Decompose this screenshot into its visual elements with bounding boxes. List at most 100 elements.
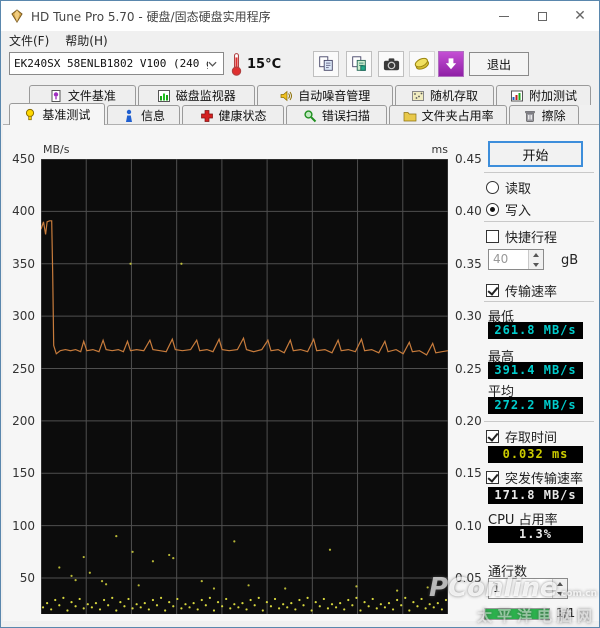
access-time-dot <box>391 608 395 611</box>
tab-label: 擦除 <box>541 109 566 123</box>
tab-erase[interactable]: 擦除 <box>509 105 579 125</box>
access-time-dot <box>396 589 399 592</box>
access-time-row[interactable]: 存取时间 <box>486 427 557 446</box>
left-axis-tick-label: 200 <box>12 413 35 428</box>
access-time-dot <box>188 606 191 609</box>
access-time-dot <box>168 553 171 557</box>
spinner-up-icon[interactable] <box>529 250 543 260</box>
tab-label: 文件基准 <box>67 89 116 103</box>
toolbar: EK240SX 58ENLB1802 V100 (240 gB) 15°C 退出 <box>1 49 599 81</box>
access-time-dot <box>62 596 65 600</box>
maximize-button[interactable] <box>523 1 561 31</box>
tab-random-access[interactable]: 随机存取 <box>395 85 494 105</box>
spinner-down-icon[interactable] <box>529 259 543 269</box>
access-time-dot <box>111 596 114 600</box>
tab-error-scan[interactable]: 错误扫描 <box>285 105 388 125</box>
tab-auto-acoustic[interactable]: 自动噪音管理 <box>256 85 394 105</box>
copy-save-button[interactable] <box>346 51 372 77</box>
access-time-checkbox[interactable] <box>486 430 499 443</box>
access-time-dot <box>88 571 91 574</box>
access-time-dot <box>282 603 285 606</box>
random-access-icon <box>412 90 425 101</box>
screenshot-button[interactable] <box>378 51 404 77</box>
shortstroke-size-spinner[interactable]: 40 <box>488 249 544 270</box>
burst-row[interactable]: 突发传输速率 <box>486 468 583 487</box>
access-time-dot <box>290 602 293 605</box>
access-time-dot <box>379 603 382 606</box>
tab-disk-monitor[interactable]: 磁盘监视器 <box>137 85 255 105</box>
access-time-dot <box>82 607 85 610</box>
access-time-dot <box>54 598 57 602</box>
benchmark-panel: MB/s ms 450 400 350 300 250 200 150 100 50 0.45 0… <box>3 124 599 621</box>
access-time-dot <box>330 603 334 606</box>
start-button[interactable]: 开始 <box>488 141 583 167</box>
radio-read[interactable] <box>486 181 499 194</box>
spinner-up-icon[interactable] <box>553 579 567 589</box>
access-time-dot <box>196 608 199 611</box>
access-time-dot <box>318 605 321 608</box>
access-time-dot <box>371 597 374 601</box>
access-time-dot <box>184 603 187 606</box>
tab-label: 随机存取 <box>430 89 479 103</box>
pass-count-spinner[interactable]: 1 <box>488 578 568 599</box>
access-time-dot <box>78 597 81 601</box>
menu-file[interactable]: 文件(F) <box>1 31 57 50</box>
access-time-dot <box>216 600 220 604</box>
transfer-row[interactable]: 传输速率 <box>486 281 557 300</box>
access-time-dot <box>233 603 236 606</box>
left-axis-tick-label: 450 <box>12 152 35 166</box>
chevron-down-icon <box>208 61 217 67</box>
access-time-dot <box>355 585 358 588</box>
window-title: HD Tune Pro 5.70 - 硬盘/固态硬盘实用程序 <box>31 9 271 24</box>
access-time-dot <box>123 605 126 608</box>
temperature-indicator: 15°C <box>231 50 281 78</box>
exit-button[interactable]: 退出 <box>469 52 529 76</box>
tab-label: 错误扫描 <box>321 109 370 123</box>
radio-write[interactable] <box>486 203 499 216</box>
access-time-dot <box>46 602 49 605</box>
access-time-dot <box>351 604 354 607</box>
access-time-dot <box>131 607 134 610</box>
radio-read-row[interactable]: 读取 <box>486 178 531 197</box>
radio-write-row[interactable]: 写入 <box>486 200 531 219</box>
access-time-dot <box>58 566 61 569</box>
tab-benchmark[interactable]: 基准测试 <box>9 103 105 125</box>
access-time-dot <box>284 587 287 590</box>
radio-write-label: 写入 <box>505 204 532 219</box>
menu-help[interactable]: 帮助(H) <box>57 31 115 50</box>
burst-checkbox[interactable] <box>486 471 499 484</box>
access-time-dot <box>131 550 134 553</box>
tab-extra-tests[interactable]: 附加测试 <box>496 85 591 105</box>
access-time-dot <box>444 598 448 602</box>
minimize-button[interactable] <box>485 1 523 31</box>
copy-icon <box>319 56 333 71</box>
app-window: HD Tune Pro 5.70 - 硬盘/固态硬盘实用程序 ✕ 文件(F) 帮… <box>0 0 600 628</box>
access-time-dot <box>100 580 104 583</box>
access-time-dot <box>298 598 301 602</box>
right-axis-tick-label: 0.35 <box>455 256 482 271</box>
access-time-dot <box>66 609 69 612</box>
shortstroke-checkbox[interactable] <box>486 230 499 243</box>
access-time-dot <box>383 606 387 609</box>
tab-info[interactable]: 信息 <box>106 105 181 125</box>
access-time-dot <box>212 609 216 612</box>
download-button[interactable] <box>438 51 464 77</box>
access-time-dot <box>261 609 264 612</box>
shortstroke-row[interactable]: 快捷行程 <box>486 227 557 246</box>
download-icon <box>445 58 457 70</box>
exit-button-label: 退出 <box>486 57 511 72</box>
copy-button[interactable] <box>313 51 339 77</box>
access-time-dot <box>302 604 305 607</box>
tab-folder-usage[interactable]: 文件夹占用率 <box>389 105 508 125</box>
spinner-down-icon[interactable] <box>553 588 567 598</box>
close-button[interactable]: ✕ <box>561 1 599 31</box>
right-axis-tick-label: 0.40 <box>455 204 482 219</box>
transfer-checkbox[interactable] <box>486 284 499 297</box>
divider <box>484 172 594 173</box>
access-time-dot <box>74 605 77 608</box>
tab-file-benchmark[interactable]: 文件基准 <box>29 85 136 105</box>
tab-health[interactable]: 健康状态 <box>182 105 284 125</box>
tab-label: 磁盘监视器 <box>175 89 236 103</box>
drive-select-dropdown[interactable]: EK240SX 58ENLB1802 V100 (240 gB) <box>9 52 224 75</box>
save-results-button[interactable] <box>409 51 435 77</box>
